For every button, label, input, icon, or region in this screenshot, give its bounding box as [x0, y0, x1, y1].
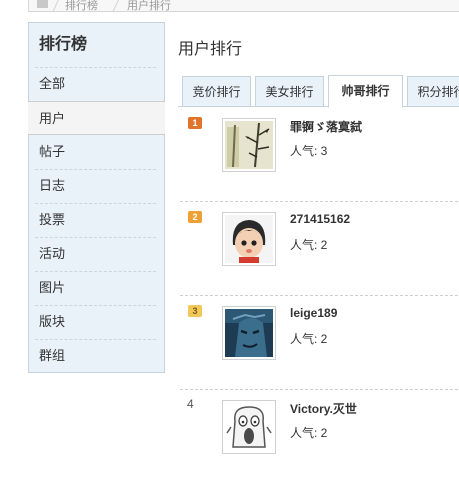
- list-item: 1 罪锕ゞ落寞弑 人气: 3: [178, 108, 459, 202]
- rank-number: 4: [187, 397, 194, 411]
- sidebar-item-polls[interactable]: 投票: [29, 203, 164, 237]
- rank-badge: 2: [188, 211, 202, 223]
- ranking-tabs: 竞价排行 美女排行 帅哥排行 积分排行: [178, 75, 459, 108]
- sidebar-item-activities[interactable]: 活动: [29, 237, 164, 271]
- sidebar-item-pictures[interactable]: 图片: [29, 271, 164, 305]
- popularity: 人气: 2: [290, 332, 328, 346]
- breadcrumb-item[interactable]: 排行榜: [65, 0, 98, 13]
- bamboo-painting-icon: [225, 121, 273, 169]
- popularity: 人气: 3: [290, 144, 328, 158]
- page-title: 用户排行: [178, 41, 243, 58]
- tab-bidding-ranking[interactable]: 竞价排行: [182, 76, 251, 107]
- rank-badge: 1: [188, 117, 202, 129]
- sidebar-item-threads[interactable]: 帖子: [29, 135, 164, 169]
- username[interactable]: 271415162: [290, 212, 350, 226]
- sidebar-item-blogs[interactable]: 日志: [29, 169, 164, 203]
- username[interactable]: leige189: [290, 306, 337, 320]
- username[interactable]: 罪锕ゞ落寞弑: [290, 118, 362, 135]
- popularity: 人气: 2: [290, 426, 328, 440]
- rank-badge: 3: [188, 305, 202, 317]
- avatar[interactable]: [222, 400, 276, 454]
- sidebar-item-users[interactable]: 用户: [28, 101, 165, 135]
- tab-points-ranking[interactable]: 积分排行: [407, 76, 459, 107]
- popularity: 人气: 2: [290, 238, 328, 252]
- sidebar-item-all[interactable]: 全部: [29, 67, 164, 101]
- avatar[interactable]: [222, 212, 276, 266]
- list-item: 4 Victory.灭世 人气: 2: [178, 390, 459, 480]
- cartoon-child-icon: [225, 215, 273, 263]
- avatar[interactable]: [222, 306, 276, 360]
- sidebar: 排行榜 全部 用户 帖子 日志 投票 活动 图片 版块 群组: [28, 22, 165, 373]
- sidebar-item-forums[interactable]: 版块: [29, 305, 164, 339]
- tab-handsome-ranking[interactable]: 帅哥排行: [328, 75, 403, 108]
- list-item: 2 271415162 人气: 2: [178, 202, 459, 296]
- username[interactable]: Victory.灭世: [290, 400, 357, 417]
- blue-face-icon: [225, 309, 273, 357]
- shocked-doodle-icon: [225, 403, 273, 451]
- sidebar-title: 排行榜: [39, 36, 88, 53]
- breadcrumb: 排行榜 用户排行: [28, 0, 459, 12]
- breadcrumb-separator: [105, 0, 121, 12]
- avatar[interactable]: [222, 118, 276, 172]
- breadcrumb-item[interactable]: 用户排行: [127, 0, 171, 13]
- tab-beauty-ranking[interactable]: 美女排行: [255, 76, 324, 107]
- sidebar-item-groups[interactable]: 群组: [29, 339, 164, 373]
- list-item: 3 leige189 人气: 2: [178, 296, 459, 390]
